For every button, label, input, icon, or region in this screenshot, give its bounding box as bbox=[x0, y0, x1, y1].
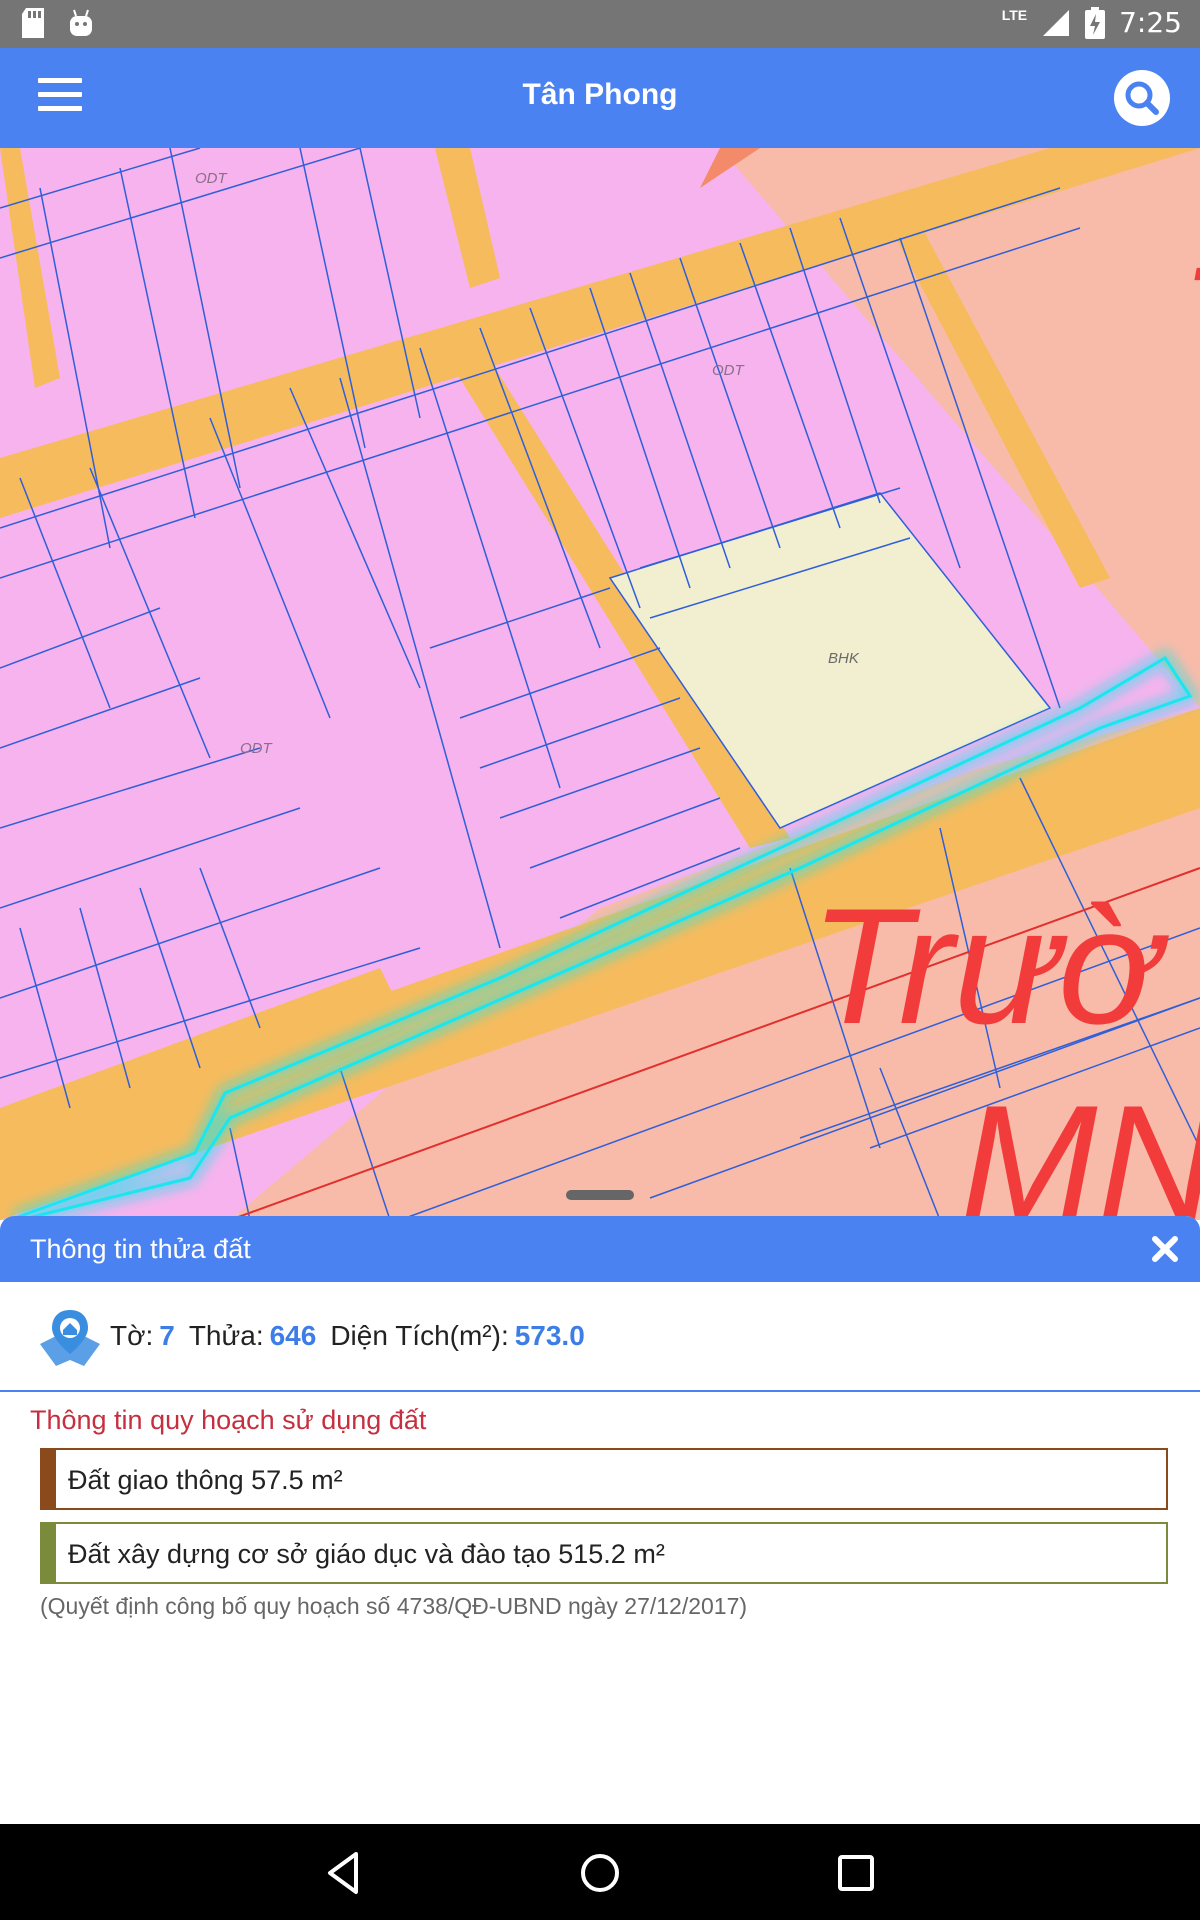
parcel-info-text: Tờ: 7 Thửa: 646 Diện Tích(m²): 573.0 bbox=[110, 1320, 599, 1352]
map-view[interactable]: ODT ODT ODT BHK Trườ MN T bbox=[0, 148, 1200, 1220]
plan-color-bar bbox=[42, 1450, 56, 1508]
plan-item-education: Đất xây dựng cơ sở giáo dục và đào tạo 5… bbox=[40, 1522, 1168, 1584]
plan-item-text: Đất giao thông 57.5 m² bbox=[68, 1465, 343, 1495]
map-label-bhk: BHK bbox=[828, 650, 860, 667]
close-icon bbox=[1152, 1236, 1178, 1262]
map-overlay-text-2: MN bbox=[960, 1071, 1200, 1220]
network-type: LTE bbox=[1001, 6, 1028, 23]
area-label: Diện Tích(m²): bbox=[330, 1320, 509, 1351]
clock: 7:25 bbox=[1119, 6, 1182, 39]
status-bar: LTE 7:25 bbox=[0, 0, 1200, 48]
map-label-odt-1: ODT bbox=[195, 170, 229, 187]
plan-item-transport: Đất giao thông 57.5 m² bbox=[40, 1448, 1168, 1510]
map-location-icon bbox=[40, 1310, 100, 1366]
parcel-number-value: 646 bbox=[269, 1320, 317, 1351]
home-icon[interactable] bbox=[572, 1846, 628, 1900]
sheet-number-value: 7 bbox=[159, 1320, 175, 1351]
back-icon[interactable] bbox=[316, 1846, 372, 1900]
battery-charging-icon bbox=[1085, 6, 1106, 39]
signal-icon bbox=[1043, 9, 1070, 36]
plan-decision-note: (Quyết định công bố quy hoạch số 4738/QĐ… bbox=[40, 1593, 748, 1619]
recents-icon[interactable] bbox=[828, 1846, 884, 1900]
parcel-info-sheet: Thông tin thửa đất Tờ: 7 Thửa: 646 Diện Tích… bbox=[0, 1216, 1200, 1824]
map-overlay-text-3: T bbox=[1180, 233, 1200, 412]
sheet-drag-handle[interactable] bbox=[566, 1190, 634, 1200]
search-icon bbox=[1125, 81, 1159, 115]
map-label-odt-2: ODT bbox=[712, 362, 746, 379]
map-overlay-text-1: Trườ bbox=[810, 874, 1169, 1058]
android-debug-icon bbox=[70, 9, 92, 36]
parcel-number-label: Thửa: bbox=[188, 1320, 264, 1351]
navigation-bar bbox=[0, 1824, 1200, 1920]
plan-color-bar bbox=[42, 1524, 56, 1582]
map-canvas[interactable]: ODT ODT ODT BHK Trườ MN T bbox=[0, 148, 1200, 1220]
sd-card-icon bbox=[22, 8, 44, 38]
sheet-title: Thông tin thửa đất bbox=[30, 1234, 251, 1264]
area-value: 573.0 bbox=[514, 1320, 585, 1351]
plan-heading: Thông tin quy hoạch sử dụng đất bbox=[30, 1405, 427, 1435]
search-button[interactable] bbox=[1114, 70, 1170, 126]
page-title: Tân Phong bbox=[522, 78, 678, 111]
parcel-summary: Tờ: 7 Thửa: 646 Diện Tích(m²): 573.0 bbox=[0, 1282, 1200, 1392]
map-label-odt-3: ODT bbox=[240, 740, 274, 757]
sheet-number-label: Tờ: bbox=[110, 1320, 154, 1351]
app-bar: Tân Phong bbox=[0, 48, 1200, 148]
sheet-header: Thông tin thửa đất bbox=[0, 1216, 1200, 1282]
plan-item-text: Đất xây dựng cơ sở giáo dục và đào tạo 5… bbox=[68, 1539, 665, 1569]
close-button[interactable] bbox=[1148, 1232, 1182, 1266]
